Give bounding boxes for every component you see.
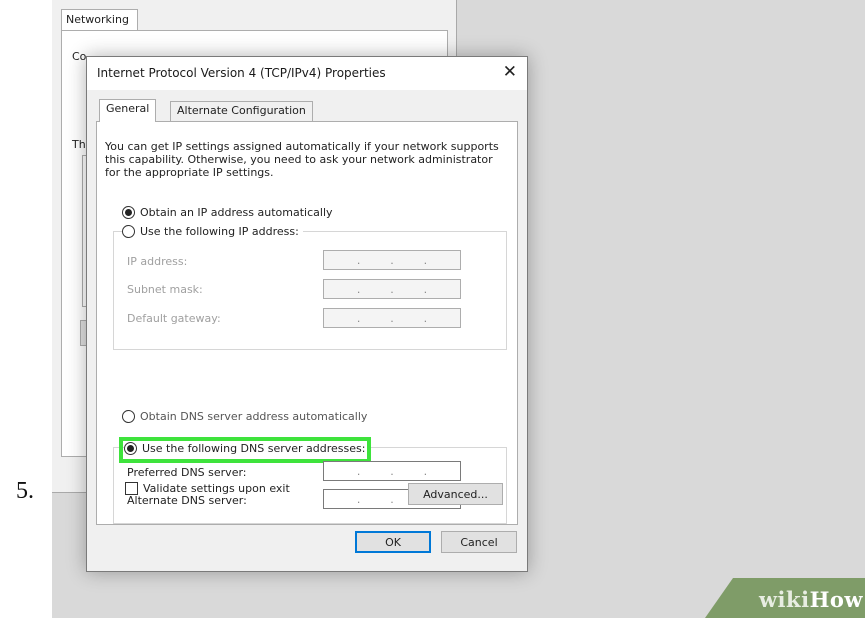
checkbox-label: Validate settings upon exit [143,482,290,495]
checkbox[interactable] [125,482,138,495]
tab-alternate-configuration[interactable]: Alternate Configuration [170,101,313,122]
radio-label: Obtain DNS server address automatically [140,410,368,423]
ip-dot: . [423,311,428,325]
description-text: You can get IP settings assigned automat… [105,140,499,179]
tab-general[interactable]: General [99,99,157,122]
radio-button[interactable] [122,410,135,423]
ip-dot: . [390,464,394,478]
general-panel: You can get IP settings assigned automat… [96,121,518,525]
ip-dot: . [390,311,394,325]
items-label-fragment: Th [72,138,86,151]
ipv4-properties-dialog: Internet Protocol Version 4 (TCP/IPv4) P… [86,56,528,572]
radio-obtain-dns-auto[interactable]: Obtain DNS server address automatically [122,410,367,423]
preferred-dns-field[interactable]: ... [323,461,461,481]
ip-dot: . [390,253,394,267]
ok-button[interactable]: OK [355,531,431,553]
radio-label: Use the following IP address: [140,225,299,238]
tab-networking[interactable]: Networking [61,9,138,31]
ip-dot: . [423,253,428,267]
radio-obtain-ip-auto[interactable]: Obtain an IP address automatically [122,206,333,219]
ip-dot: . [356,492,361,506]
ip-address-label: IP address: [127,255,188,268]
screenshot-area: Networking Co Th E Internet Protocol Ver… [52,0,865,618]
alternate-dns-label: Alternate DNS server: [127,494,247,507]
connect-label-fragment: Co [72,50,87,63]
cancel-button[interactable]: Cancel [441,531,517,553]
step-number: 5. [16,478,34,504]
ip-dot: . [356,282,361,296]
dialog-titlebar: Internet Protocol Version 4 (TCP/IPv4) P… [87,57,527,90]
radio-label: Obtain an IP address automatically [140,206,333,219]
wikihow-watermark: wikiHow [759,587,863,612]
ip-dot: . [356,253,361,267]
ip-address-field[interactable]: ... [323,250,461,270]
advanced-button[interactable]: Advanced... [408,483,503,505]
radio-use-following-ip[interactable]: Use the following IP address: [122,225,303,238]
default-gateway-label: Default gateway: [127,312,221,325]
ip-dot: . [390,492,394,506]
dialog-title: Internet Protocol Version 4 (TCP/IPv4) P… [97,66,386,80]
ip-dot: . [390,282,394,296]
default-gateway-field[interactable]: ... [323,308,461,328]
radio-button[interactable] [122,225,135,238]
close-icon[interactable]: ✕ [503,62,517,82]
radio-button-selected[interactable] [122,206,135,219]
watermark-part1: wiki [758,587,810,612]
preferred-dns-label: Preferred DNS server: [127,466,247,479]
highlight-box [119,437,371,463]
ip-dot: . [356,311,361,325]
subnet-mask-field[interactable]: ... [323,279,461,299]
subnet-mask-label: Subnet mask: [127,283,203,296]
watermark-part2: How [809,587,863,612]
ip-dot: . [423,464,428,478]
validate-settings-checkbox[interactable]: Validate settings upon exit [125,482,290,495]
ip-dot: . [423,282,428,296]
ip-dot: . [356,464,361,478]
